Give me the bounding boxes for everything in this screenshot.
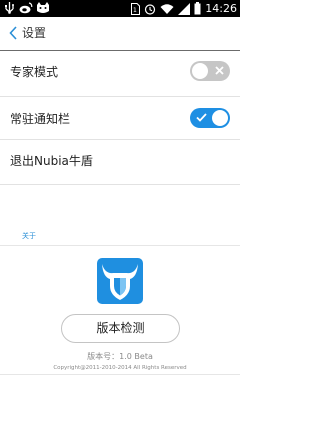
svg-text:1: 1: [133, 7, 137, 14]
nubia-shield-logo: [97, 258, 143, 304]
setting-notification-bar[interactable]: 常驻通知栏: [0, 97, 240, 143]
version-text: 版本号：1.0 Beta: [87, 352, 153, 361]
page-title: 设置: [22, 26, 47, 40]
usb-icon: [5, 2, 14, 14]
cat-icon: [37, 2, 49, 13]
status-bar: 1 14:26: [0, 0, 240, 17]
copyright-text: Copyright@2011-2010-2014 All Rights Rese…: [53, 365, 187, 371]
toggle-knob: [192, 63, 208, 79]
setting-label: 专家模式: [10, 65, 59, 79]
version-check-button[interactable]: 版本检测: [61, 314, 180, 343]
toggle-knob: [212, 110, 228, 126]
chevron-left-icon[interactable]: [9, 26, 17, 40]
divider: [0, 374, 240, 375]
close-icon: [215, 66, 224, 75]
wifi-icon: [160, 3, 174, 14]
notification-bar-toggle[interactable]: [190, 108, 230, 128]
check-icon: [196, 113, 207, 122]
status-time: 14:26: [205, 2, 237, 15]
signal-icon: [178, 2, 191, 15]
sim-icon: 1: [131, 2, 141, 15]
app-header: 设置: [0, 17, 240, 50]
battery-icon: [194, 2, 201, 15]
setting-label: 常驻通知栏: [10, 112, 71, 126]
expert-mode-toggle[interactable]: [190, 61, 230, 81]
divider: [0, 245, 240, 246]
setting-exit-app[interactable]: 退出Nubia牛盾: [0, 140, 240, 186]
divider: [0, 184, 240, 185]
setting-expert-mode[interactable]: 专家模式: [0, 51, 240, 97]
setting-label: 退出Nubia牛盾: [10, 154, 93, 168]
alarm-icon: [145, 3, 156, 15]
weibo-icon: [19, 2, 33, 14]
about-section-label: 关于: [22, 232, 36, 240]
